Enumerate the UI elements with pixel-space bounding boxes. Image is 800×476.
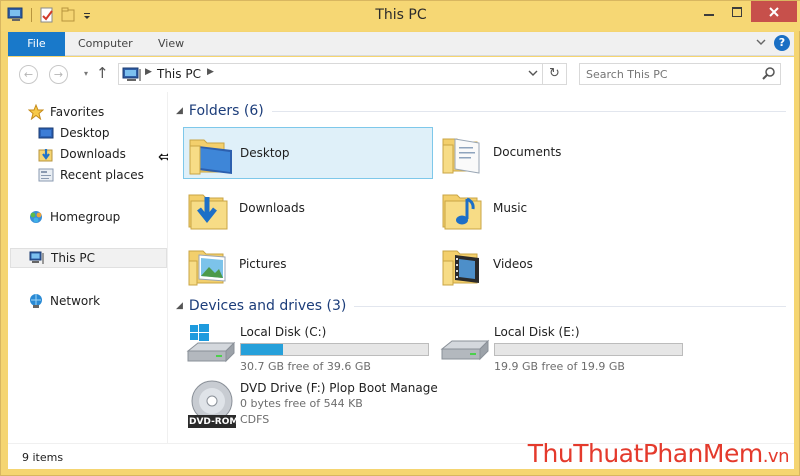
drive-name: Local Disk (E:)	[494, 325, 580, 339]
file-view: ◢ Folders (6) Desktop Documents Download…	[168, 92, 794, 443]
search-box[interactable]	[579, 63, 781, 85]
sidebar-item-label: This PC	[51, 251, 95, 265]
watermark-part-3: .vn	[762, 446, 790, 467]
folders-group-header[interactable]: ◢ Folders (6)	[176, 103, 786, 119]
drive-usage-bar	[494, 343, 683, 356]
navigation-bar: ← → ▾ ↑ ▶ This PC ▶ ↻	[8, 57, 794, 92]
group-divider	[354, 305, 786, 307]
sidebar-item-label: Downloads	[60, 147, 126, 161]
sidebar-item-homegroup[interactable]: Homegroup	[28, 207, 185, 227]
close-button[interactable]	[751, 1, 797, 22]
breadcrumb-this-pc[interactable]: This PC	[157, 67, 201, 81]
sidebar-item-this-pc[interactable]: This PC	[10, 248, 167, 268]
downloads-folder-icon	[188, 194, 228, 230]
folders-group-title: Folders (6)	[188, 103, 264, 119]
drive-usage-bar	[240, 343, 429, 356]
breadcrumb-chevron-icon[interactable]: ▶	[207, 67, 214, 77]
collapse-chevron-icon[interactable]: ◢	[176, 106, 183, 116]
tab-file[interactable]: File	[8, 32, 65, 56]
folder-music[interactable]: Music	[437, 183, 687, 235]
network-icon	[28, 293, 44, 309]
item-count: 9 items	[22, 451, 64, 464]
documents-folder-icon	[442, 138, 480, 174]
folder-desktop[interactable]: Desktop	[183, 127, 433, 179]
drive-name: DVD Drive (F:) Plop Boot Manage	[240, 381, 438, 395]
back-button[interactable]: ←	[19, 65, 38, 84]
desktop-icon	[38, 125, 54, 141]
window-title: This PC	[375, 7, 427, 23]
title-bar: This PC	[1, 1, 800, 31]
address-bar[interactable]: ▶ This PC ▶ ↻	[118, 63, 567, 85]
desktop-folder-icon	[189, 139, 232, 175]
sidebar-item-label: Homegroup	[50, 210, 121, 224]
watermark-part-1: ThuThuat	[527, 439, 644, 468]
navigation-pane: Favorites Desktop Downloads Recent place…	[8, 92, 168, 443]
address-dropdown-icon[interactable]	[528, 68, 538, 81]
recent-locations-chevron-icon[interactable]: ▾	[84, 69, 88, 78]
computer-icon	[29, 250, 45, 266]
drive-free-space: 19.9 GB free of 19.9 GB	[494, 360, 625, 373]
sidebar-item-label: Favorites	[50, 105, 105, 119]
ribbon-tabs: File Computer View ?	[8, 32, 794, 56]
drive-file-system: CDFS	[240, 413, 270, 426]
drive-c[interactable]: Local Disk (C:) 30.7 GB free of 39.6 GB	[186, 323, 436, 379]
recent-places-icon	[38, 167, 54, 183]
homegroup-icon	[28, 209, 44, 225]
watermark: ThuThuatPhanMem.vn	[527, 439, 790, 468]
downloads-icon	[38, 146, 54, 162]
sidebar-item-favorites[interactable]: Favorites	[27, 102, 185, 122]
collapse-chevron-icon[interactable]: ◢	[176, 301, 183, 311]
search-icon[interactable]	[762, 66, 776, 83]
music-folder-icon	[442, 194, 482, 230]
videos-folder-icon	[442, 250, 479, 286]
dvd-rom-label: DVD-ROM	[189, 417, 239, 427]
watermark-part-2: PhanMem	[642, 439, 763, 468]
star-icon	[27, 103, 45, 121]
tab-view[interactable]: View	[158, 32, 184, 56]
expand-ribbon-icon[interactable]	[756, 37, 766, 50]
search-input[interactable]	[586, 66, 756, 82]
folder-name: Downloads	[239, 201, 305, 215]
folder-name: Music	[493, 201, 528, 215]
tab-computer[interactable]: Computer	[78, 32, 133, 56]
windows-drive-icon	[186, 324, 236, 363]
window-controls	[695, 1, 797, 22]
drive-f[interactable]: DVD-ROM DVD Drive (F:) Plop Boot Manage …	[186, 379, 466, 441]
hard-drive-icon	[440, 339, 490, 361]
group-divider	[271, 110, 786, 112]
folder-name: Pictures	[239, 257, 287, 271]
explorer-window: This PC File Computer View ? ← → ▾ ↑ ▶ T…	[0, 0, 800, 476]
sidebar-item-label: Recent places	[60, 168, 144, 182]
sidebar-item-network[interactable]: Network	[28, 291, 185, 311]
sidebar-item-label: Network	[50, 294, 101, 308]
sidebar-item-label: Desktop	[60, 126, 110, 140]
folder-documents[interactable]: Documents	[437, 127, 687, 179]
drives-group-header[interactable]: ◢ Devices and drives (3)	[176, 298, 786, 314]
help-icon[interactable]: ?	[774, 35, 790, 51]
forward-button[interactable]: →	[49, 65, 68, 84]
folder-name: Desktop	[240, 146, 290, 160]
minimize-button[interactable]	[695, 1, 723, 22]
folder-videos[interactable]: Videos	[437, 239, 687, 291]
computer-icon	[122, 67, 142, 85]
maximize-button[interactable]	[723, 1, 751, 22]
drive-name: Local Disk (C:)	[240, 325, 327, 339]
up-arrow-icon[interactable]: ↑	[96, 64, 109, 82]
refresh-button[interactable]: ↻	[542, 64, 566, 84]
drives-group-title: Devices and drives (3)	[188, 298, 347, 314]
drive-free-space: 30.7 GB free of 39.6 GB	[240, 360, 371, 373]
breadcrumb-chevron-icon[interactable]: ▶	[145, 67, 152, 77]
folder-name: Documents	[493, 145, 562, 159]
drive-free-space: 0 bytes free of 544 KB	[240, 397, 363, 410]
folder-downloads[interactable]: Downloads	[183, 183, 433, 235]
drive-e[interactable]: Local Disk (E:) 19.9 GB free of 19.9 GB	[440, 323, 690, 379]
drive-usage-fill	[241, 344, 284, 355]
folder-pictures[interactable]: Pictures	[183, 239, 433, 291]
pictures-folder-icon	[188, 250, 226, 286]
folder-name: Videos	[493, 257, 533, 271]
